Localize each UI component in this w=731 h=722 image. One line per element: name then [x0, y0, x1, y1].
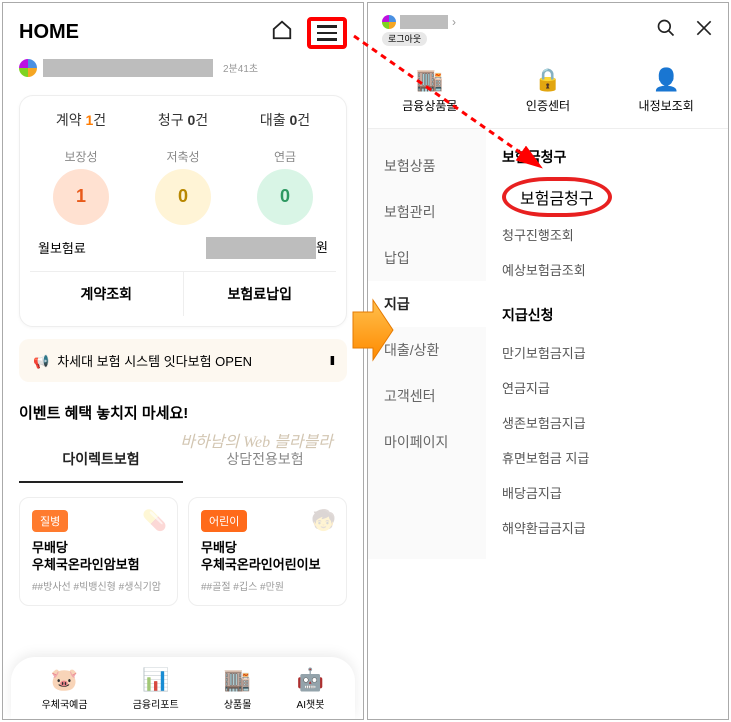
menu-link[interactable]: 만기보험금지급 [502, 335, 712, 370]
hamburger-menu-icon[interactable] [317, 25, 337, 41]
menu-link[interactable]: 연금지급 [502, 370, 712, 405]
premium-row: 월보험료 원 [30, 237, 336, 260]
chevron-right-icon[interactable]: › [452, 15, 456, 29]
menu-detail: 보험금청구 보험금청구 청구진행조회 예상보험금조회 지급신청 만기보험금지급연… [486, 129, 728, 559]
premium-label: 월보험료 [38, 238, 86, 257]
product-decor-icon: 🧒 [311, 508, 336, 533]
menu-categories: 보험상품보험관리납입지급대출/상환고객센터마이페이지 [368, 129, 486, 559]
top-shortcut-menu: 🏬금융상품몰 🔒인증센터 👤내정보조회 [368, 59, 728, 129]
stat-contracts[interactable]: 계약 1건 [56, 110, 106, 130]
product-badge: 질병 [32, 510, 68, 532]
robot-icon: 🤖 [297, 667, 325, 693]
session-time: 2분41초 [223, 60, 258, 75]
menu-link[interactable]: 생존보험금지급 [502, 405, 712, 440]
contract-lookup-button[interactable]: 계약조회 [30, 272, 184, 316]
logo-row: 2분41초 [3, 59, 363, 83]
menu-category-item[interactable]: 보험관리 [368, 189, 486, 235]
stat-claims[interactable]: 청구 0건 [158, 110, 208, 130]
product-badge: 어린이 [201, 510, 247, 532]
home-icon[interactable] [271, 19, 293, 46]
product-card[interactable]: 🧒 어린이 무배당우체국온라인어린이보 ##골절 #깁스 #만원 [188, 497, 347, 606]
brand-name-masked [43, 59, 213, 77]
header: HOME [3, 3, 363, 59]
summary-card: 계약 1건 청구 0건 대출 0건 보장성1 저축성0 연금0 월보험료 원 계… [19, 95, 347, 328]
stat-loans[interactable]: 대출 0건 [260, 110, 310, 130]
nav-mall[interactable]: 🏬상품몰 [224, 667, 252, 711]
logout-button[interactable]: 로그아웃 [382, 32, 427, 46]
watermark: 바하남의 Web 블라블라 [180, 428, 333, 452]
menu-section-title: 지급신청 [502, 305, 712, 325]
menu-category-item[interactable]: 납입 [368, 235, 486, 281]
product-tags: ##방사선 #빅뱅신형 #생식기암 [32, 578, 165, 593]
menu-link[interactable]: 휴면보험금 지급 [502, 440, 712, 475]
premium-amount-masked [206, 237, 316, 259]
menu-drawer-screen: › 로그아웃 🏬금융상품몰 🔒인증센터 👤내정보조회 보험상품보험관리납입지급대… [367, 2, 729, 720]
cert-icon: 🔒 [526, 67, 570, 93]
home-screen: HOME 2분41초 계약 1건 청구 0건 대출 0건 보장성1 저축성0 연… [2, 2, 364, 720]
premium-unit: 원 [316, 240, 328, 255]
promo-banner[interactable]: 📢 차세대 보험 시스템 잇다보험 OPEN II [19, 339, 347, 382]
menu-link[interactable]: 청구진행조회 [502, 217, 712, 252]
chart-icon: 📊 [133, 667, 179, 693]
page-title: HOME [19, 21, 79, 44]
tab-direct[interactable]: 다이렉트보험 [19, 437, 183, 483]
menu-section-title: 보험금청구 [502, 147, 712, 167]
person-icon: 👤 [639, 67, 694, 93]
menu-category-item[interactable]: 마이페이지 [368, 419, 486, 465]
shortcut-cert[interactable]: 🔒인증센터 [526, 67, 570, 114]
shortcut-myinfo[interactable]: 👤내정보조회 [639, 67, 694, 114]
banner-text: 차세대 보험 시스템 잇다보험 OPEN [57, 354, 252, 369]
brand-logo-icon [19, 59, 37, 77]
nav-report[interactable]: 📊금융리포트 [133, 667, 179, 711]
mall-icon: 🏬 [224, 667, 252, 693]
menu-category-item[interactable]: 지급 [368, 281, 486, 327]
bottom-nav: 🐷우체국예금 📊금융리포트 🏬상품몰 🤖AI챗봇 [11, 657, 355, 719]
hamburger-highlight [307, 17, 347, 49]
product-list: 💊 질병 무배당우체국온라인암보험 ##방사선 #빅뱅신형 #생식기암 🧒 어린… [3, 483, 363, 620]
circle-pension[interactable]: 연금0 [257, 148, 313, 225]
menu-link-claim[interactable]: 보험금청구 [502, 177, 712, 217]
shortcut-mall[interactable]: 🏬금융상품몰 [402, 67, 457, 114]
close-icon[interactable] [694, 18, 714, 44]
menu-body: 보험상품보험관리납입지급대출/상환고객센터마이페이지 보험금청구 보험금청구 청… [368, 129, 728, 559]
event-heading: 이벤트 혜택 놓치지 마세요! [3, 390, 363, 427]
menu-category-item[interactable]: 대출/상환 [368, 327, 486, 373]
product-tags: ##골절 #깁스 #만원 [201, 578, 334, 593]
nav-chatbot[interactable]: 🤖AI챗봇 [297, 667, 325, 711]
product-card[interactable]: 💊 질병 무배당우체국온라인암보험 ##방사선 #빅뱅신형 #생식기암 [19, 497, 178, 606]
brand-name-masked [400, 15, 448, 29]
menu-link[interactable]: 해약환급금지급 [502, 510, 712, 545]
pay-premium-button[interactable]: 보험료납입 [184, 272, 337, 316]
menu-link[interactable]: 배당금지급 [502, 475, 712, 510]
menu-link[interactable]: 예상보험금조회 [502, 252, 712, 287]
circle-savings[interactable]: 저축성0 [155, 148, 211, 225]
product-decor-icon: 💊 [142, 508, 167, 533]
circle-protection[interactable]: 보장성1 [53, 148, 109, 225]
menu-category-item[interactable]: 고객센터 [368, 373, 486, 419]
nav-savings[interactable]: 🐷우체국예금 [42, 667, 88, 711]
piggy-icon: 🐷 [42, 667, 88, 693]
menu-category-item[interactable]: 보험상품 [368, 143, 486, 189]
highlight-circle: 보험금청구 [502, 177, 612, 217]
megaphone-icon: 📢 [33, 354, 49, 369]
brand-logo-icon [382, 15, 396, 29]
pause-icon[interactable]: II [330, 353, 333, 368]
mall-icon: 🏬 [402, 67, 457, 93]
drawer-header: › 로그아웃 [368, 3, 728, 59]
search-icon[interactable] [656, 18, 676, 44]
